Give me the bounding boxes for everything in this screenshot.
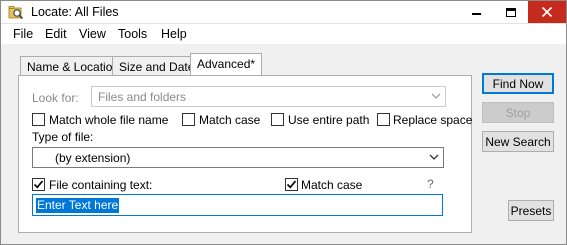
minimize-icon	[471, 13, 481, 15]
match-whole-name-label: Match whole file name	[49, 113, 169, 127]
tab-name-location[interactable]: Name & Location	[20, 56, 127, 76]
magnifier-folder-icon	[8, 6, 24, 20]
menu-file[interactable]: File	[13, 27, 33, 41]
type-of-file-label: Type of file:	[32, 130, 94, 144]
containing-text-input[interactable]: Enter Text here	[32, 194, 443, 216]
look-for-label: Look for:	[32, 91, 79, 105]
replace-space-label: Replace space	[393, 113, 473, 127]
look-for-select[interactable]: Files and folders	[91, 86, 446, 107]
menu-edit[interactable]: Edit	[45, 27, 67, 41]
presets-button[interactable]: Presets	[508, 200, 554, 221]
file-containing-text-label: File containing text:	[49, 178, 153, 192]
new-search-button[interactable]: New Search	[482, 131, 554, 152]
replace-space-checkbox[interactable]	[377, 113, 390, 126]
close-icon	[541, 6, 553, 18]
maximize-icon	[506, 7, 516, 17]
use-entire-path-checkbox[interactable]	[271, 113, 284, 126]
find-now-button[interactable]: Find Now	[482, 73, 554, 94]
checkmark-icon	[33, 180, 44, 189]
checkmark-icon	[286, 180, 297, 189]
tab-size-date[interactable]: Size and Date	[112, 56, 202, 76]
locate-window: Locate: All Files File Edit View Tools H…	[0, 0, 567, 245]
close-button[interactable]	[528, 1, 566, 23]
title-bar[interactable]: Locate: All Files	[1, 1, 566, 24]
chevron-down-icon	[431, 93, 441, 99]
chevron-down-icon	[429, 154, 439, 160]
file-containing-text-checkbox[interactable]	[32, 178, 45, 191]
text-match-case-label: Match case	[301, 178, 363, 192]
look-for-value: Files and folders	[98, 90, 187, 104]
menu-help[interactable]: Help	[161, 27, 187, 41]
maximize-button[interactable]	[494, 1, 528, 23]
type-of-file-select[interactable]: (by extension)	[32, 147, 444, 168]
match-whole-name-checkbox[interactable]	[32, 113, 45, 126]
text-match-case-checkbox[interactable]	[285, 178, 298, 191]
type-of-file-value: (by extension)	[55, 151, 131, 165]
window-title: Locate: All Files	[31, 5, 119, 19]
match-case-name-checkbox[interactable]	[182, 113, 195, 126]
use-entire-path-label: Use entire path	[288, 113, 370, 127]
stop-button[interactable]: Stop	[482, 102, 554, 123]
menu-view[interactable]: View	[79, 27, 106, 41]
menu-bar: File Edit View Tools Help	[1, 24, 566, 44]
menu-tools[interactable]: Tools	[118, 27, 147, 41]
tab-advanced[interactable]: Advanced*	[190, 53, 263, 76]
containing-text-value: Enter Text here	[36, 198, 120, 213]
minimize-button[interactable]	[459, 1, 493, 23]
match-case-name-label: Match case	[199, 113, 261, 127]
help-icon[interactable]: ?	[427, 177, 434, 191]
